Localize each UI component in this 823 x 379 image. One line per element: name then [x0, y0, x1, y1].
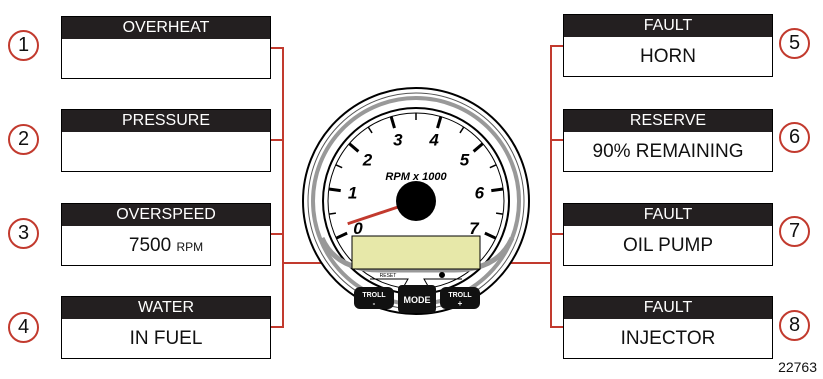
- scale-number: 2: [362, 150, 373, 169]
- callout-6: 6: [779, 122, 810, 153]
- troll-minus-label: TROLL: [362, 292, 386, 299]
- panel-reserve: RESERVE 90% REMAINING: [563, 109, 773, 172]
- scale-number: 5: [460, 150, 470, 169]
- troll-minus-sign: -: [373, 299, 376, 308]
- panel-overspeed: OVERSPEED 7500 RPM: [61, 203, 271, 266]
- callout-3: 3: [8, 218, 39, 249]
- panel-water-in-fuel: WATER IN FUEL: [61, 296, 271, 359]
- panel-title: PRESSURE: [62, 110, 270, 132]
- scale-number: 4: [428, 131, 439, 150]
- panel-title: OVERHEAT: [62, 17, 270, 39]
- panel-overheat: OVERHEAT: [61, 16, 271, 79]
- scale-number: 3: [393, 131, 403, 150]
- callout-8: 8: [779, 310, 810, 341]
- scale-tick: [491, 187, 504, 193]
- scale-number: 6: [475, 183, 485, 202]
- mode-label: MODE: [404, 295, 431, 305]
- panel-value: INJECTOR: [620, 328, 716, 349]
- panel-value: OIL PUMP: [622, 235, 714, 256]
- panel-title: RESERVE: [564, 110, 772, 132]
- panel-value: HORN: [640, 46, 696, 67]
- reset-label: RESET: [380, 273, 397, 279]
- callout-5: 5: [779, 28, 810, 59]
- callout-1: 1: [8, 30, 39, 61]
- callout-4: 4: [8, 312, 39, 343]
- panel-fault-oil-pump: FAULT OIL PUMP: [563, 203, 773, 266]
- panel-fault-injector: FAULT INJECTOR: [563, 296, 773, 359]
- tachometer-gauge: 01234567 RPM x 1000 RESET TROLL - MODE: [302, 87, 530, 315]
- needle-hub: [396, 181, 436, 221]
- panel-value: [62, 39, 270, 78]
- panel-value: 7500 RPM: [128, 235, 204, 256]
- troll-plus-sign: +: [458, 299, 463, 308]
- figure-number: 22763: [778, 359, 817, 375]
- callout-7: 7: [779, 216, 810, 247]
- diagram: 01234567 RPM x 1000 RESET TROLL - MODE T…: [0, 0, 823, 379]
- scale-tick: [495, 212, 504, 215]
- panel-title: FAULT: [564, 15, 772, 37]
- panel-title: FAULT: [564, 204, 772, 226]
- panel-value: IN FUEL: [129, 328, 203, 349]
- lcd-display: [351, 235, 481, 270]
- panel-value: [62, 132, 270, 171]
- panel-unit: RPM: [176, 240, 204, 254]
- callout-2: 2: [8, 124, 39, 155]
- scale-tick: [328, 187, 341, 193]
- panel-title: FAULT: [564, 297, 772, 319]
- scale-number: 1: [348, 183, 357, 202]
- panel-fault-horn: FAULT HORN: [563, 14, 773, 77]
- scale-number: 7: [469, 219, 480, 238]
- panel-pressure: PRESSURE: [61, 109, 271, 172]
- scale-tick: [328, 212, 337, 215]
- panel-title: WATER: [62, 297, 270, 319]
- panel-title: OVERSPEED: [62, 204, 270, 226]
- panel-value: 90% REMAINING: [592, 141, 744, 162]
- troll-plus-label: TROLL: [448, 292, 472, 299]
